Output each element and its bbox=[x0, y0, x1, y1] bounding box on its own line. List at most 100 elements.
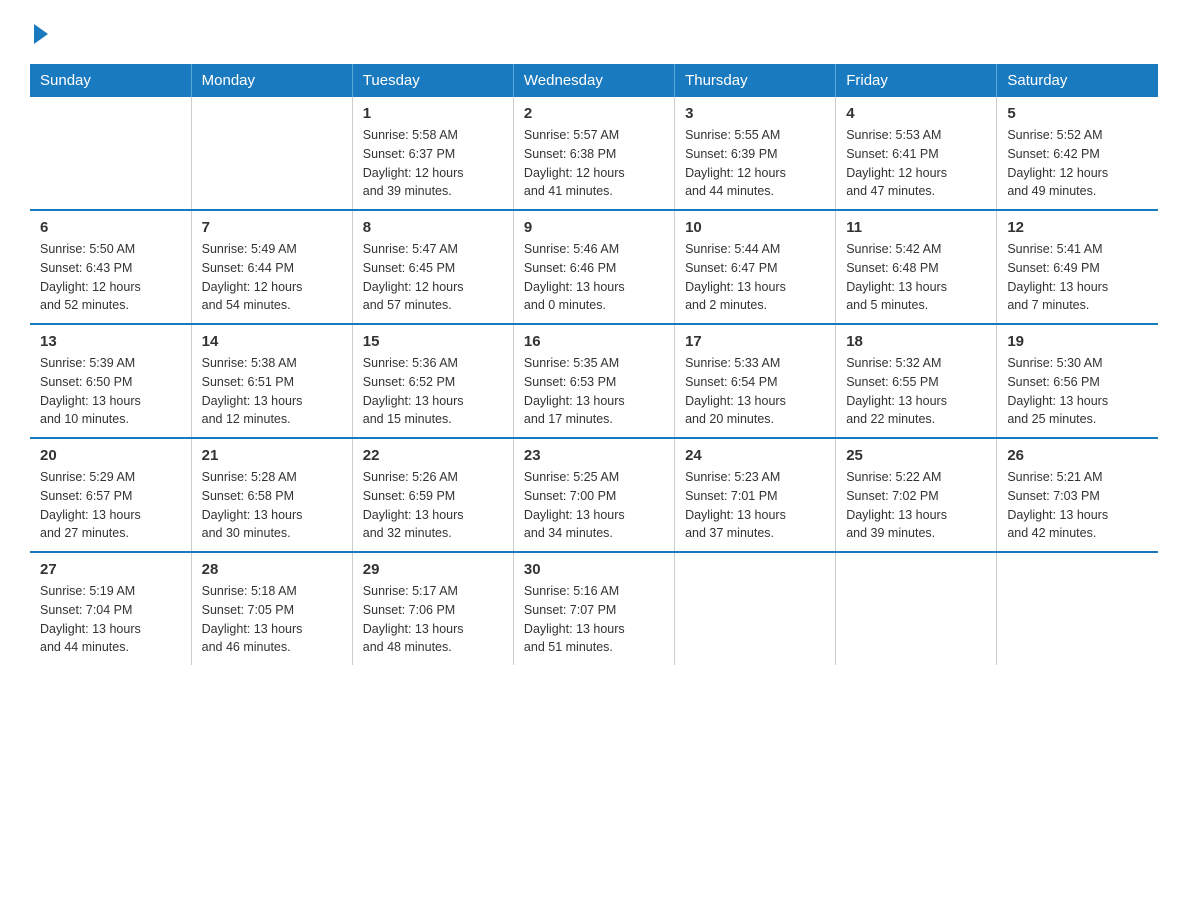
calendar-cell: 11Sunrise: 5:42 AMSunset: 6:48 PMDayligh… bbox=[836, 210, 997, 324]
header-cell-tuesday: Tuesday bbox=[352, 64, 513, 97]
day-info: Sunrise: 5:47 AMSunset: 6:45 PMDaylight:… bbox=[363, 240, 503, 315]
day-info: Sunrise: 5:41 AMSunset: 6:49 PMDaylight:… bbox=[1007, 240, 1148, 315]
day-info: Sunrise: 5:33 AMSunset: 6:54 PMDaylight:… bbox=[685, 354, 825, 429]
calendar-cell: 28 Sunrise: 5:18 AMSunset: 7:05 PMDayligh… bbox=[191, 552, 352, 665]
calendar-cell: 6 Sunrise: 5:50 AMSunset: 6:43 PMDaylight… bbox=[30, 210, 191, 324]
calendar-cell: 22 Sunrise: 5:26 AMSunset: 6:59 PMDayligh… bbox=[352, 438, 513, 552]
week-row-4: 20 Sunrise: 5:29 AMSunset: 6:57 PMDayligh… bbox=[30, 438, 1158, 552]
calendar-cell: 8 Sunrise: 5:47 AMSunset: 6:45 PMDaylight… bbox=[352, 210, 513, 324]
day-number: 5 bbox=[1007, 105, 1148, 122]
calendar-cell bbox=[997, 552, 1158, 665]
day-info: Sunrise: 5:52 AMSunset: 6:42 PMDaylight:… bbox=[1007, 126, 1148, 201]
calendar-cell bbox=[30, 97, 191, 210]
day-info: Sunrise: 5:53 AMSunset: 6:41 PMDaylight:… bbox=[846, 126, 986, 201]
calendar-cell: 12 Sunrise: 5:41 AMSunset: 6:49 PMDayligh… bbox=[997, 210, 1158, 324]
day-info: Sunrise: 5:44 AMSunset: 6:47 PMDaylight:… bbox=[685, 240, 825, 315]
calendar-cell bbox=[836, 552, 997, 665]
day-info: Sunrise: 5:18 AMSunset: 7:05 PMDaylight:… bbox=[202, 582, 342, 657]
header-cell-wednesday: Wednesday bbox=[513, 64, 674, 97]
calendar-cell: 24 Sunrise: 5:23 AMSunset: 7:01 PMDayligh… bbox=[675, 438, 836, 552]
day-number: 4 bbox=[846, 105, 986, 122]
day-info: Sunrise: 5:30 AMSunset: 6:56 PMDaylight:… bbox=[1007, 354, 1148, 429]
day-number: 8 bbox=[363, 219, 503, 236]
calendar-cell: 4 Sunrise: 5:53 AMSunset: 6:41 PMDaylight… bbox=[836, 97, 997, 210]
day-info: Sunrise: 5:29 AMSunset: 6:57 PMDaylight:… bbox=[40, 468, 181, 543]
day-number: 16 bbox=[524, 333, 664, 350]
day-number: 7 bbox=[202, 219, 342, 236]
calendar-cell: 3 Sunrise: 5:55 AMSunset: 6:39 PMDaylight… bbox=[675, 97, 836, 210]
week-row-1: 1 Sunrise: 5:58 AMSunset: 6:37 PMDaylight… bbox=[30, 97, 1158, 210]
calendar-cell: 16Sunrise: 5:35 AMSunset: 6:53 PMDayligh… bbox=[513, 324, 674, 438]
header-cell-monday: Monday bbox=[191, 64, 352, 97]
day-info: Sunrise: 5:57 AMSunset: 6:38 PMDaylight:… bbox=[524, 126, 664, 201]
calendar-cell: 2Sunrise: 5:57 AMSunset: 6:38 PMDaylight… bbox=[513, 97, 674, 210]
day-info: Sunrise: 5:19 AMSunset: 7:04 PMDaylight:… bbox=[40, 582, 181, 657]
day-number: 17 bbox=[685, 333, 825, 350]
calendar-cell: 15 Sunrise: 5:36 AMSunset: 6:52 PMDayligh… bbox=[352, 324, 513, 438]
page-header bbox=[30, 20, 1158, 44]
day-number: 15 bbox=[363, 333, 503, 350]
calendar-cell: 26 Sunrise: 5:21 AMSunset: 7:03 PMDayligh… bbox=[997, 438, 1158, 552]
header-cell-thursday: Thursday bbox=[675, 64, 836, 97]
calendar-cell: 1 Sunrise: 5:58 AMSunset: 6:37 PMDaylight… bbox=[352, 97, 513, 210]
calendar-cell: 10 Sunrise: 5:44 AMSunset: 6:47 PMDayligh… bbox=[675, 210, 836, 324]
day-info: Sunrise: 5:26 AMSunset: 6:59 PMDaylight:… bbox=[363, 468, 503, 543]
calendar-cell: 19 Sunrise: 5:30 AMSunset: 6:56 PMDayligh… bbox=[997, 324, 1158, 438]
day-number: 27 bbox=[40, 561, 181, 578]
header-cell-sunday: Sunday bbox=[30, 64, 191, 97]
week-row-2: 6 Sunrise: 5:50 AMSunset: 6:43 PMDaylight… bbox=[30, 210, 1158, 324]
day-info: Sunrise: 5:22 AMSunset: 7:02 PMDaylight:… bbox=[846, 468, 986, 543]
day-number: 26 bbox=[1007, 447, 1148, 464]
day-number: 21 bbox=[202, 447, 342, 464]
day-number: 12 bbox=[1007, 219, 1148, 236]
day-info: Sunrise: 5:21 AMSunset: 7:03 PMDaylight:… bbox=[1007, 468, 1148, 543]
day-info: Sunrise: 5:46 AMSunset: 6:46 PMDaylight:… bbox=[524, 240, 664, 315]
day-number: 3 bbox=[685, 105, 825, 122]
calendar-header: SundayMondayTuesdayWednesdayThursdayFrid… bbox=[30, 64, 1158, 97]
day-info: Sunrise: 5:23 AMSunset: 7:01 PMDaylight:… bbox=[685, 468, 825, 543]
day-info: Sunrise: 5:36 AMSunset: 6:52 PMDaylight:… bbox=[363, 354, 503, 429]
day-number: 20 bbox=[40, 447, 181, 464]
calendar-cell: 13Sunrise: 5:39 AMSunset: 6:50 PMDayligh… bbox=[30, 324, 191, 438]
day-number: 14 bbox=[202, 333, 342, 350]
calendar-cell: 27 Sunrise: 5:19 AMSunset: 7:04 PMDayligh… bbox=[30, 552, 191, 665]
calendar-cell: 29Sunrise: 5:17 AMSunset: 7:06 PMDayligh… bbox=[352, 552, 513, 665]
calendar-cell: 9Sunrise: 5:46 AMSunset: 6:46 PMDaylight… bbox=[513, 210, 674, 324]
day-info: Sunrise: 5:28 AMSunset: 6:58 PMDaylight:… bbox=[202, 468, 342, 543]
calendar-cell: 17 Sunrise: 5:33 AMSunset: 6:54 PMDayligh… bbox=[675, 324, 836, 438]
week-row-5: 27 Sunrise: 5:19 AMSunset: 7:04 PMDayligh… bbox=[30, 552, 1158, 665]
day-number: 6 bbox=[40, 219, 181, 236]
day-number: 10 bbox=[685, 219, 825, 236]
header-cell-saturday: Saturday bbox=[997, 64, 1158, 97]
day-info: Sunrise: 5:50 AMSunset: 6:43 PMDaylight:… bbox=[40, 240, 181, 315]
day-info: Sunrise: 5:39 AMSunset: 6:50 PMDaylight:… bbox=[40, 354, 181, 429]
calendar-cell: 20 Sunrise: 5:29 AMSunset: 6:57 PMDayligh… bbox=[30, 438, 191, 552]
logo bbox=[30, 20, 48, 44]
week-row-3: 13Sunrise: 5:39 AMSunset: 6:50 PMDayligh… bbox=[30, 324, 1158, 438]
calendar-cell bbox=[675, 552, 836, 665]
day-info: Sunrise: 5:38 AMSunset: 6:51 PMDaylight:… bbox=[202, 354, 342, 429]
day-info: Sunrise: 5:32 AMSunset: 6:55 PMDaylight:… bbox=[846, 354, 986, 429]
day-info: Sunrise: 5:16 AMSunset: 7:07 PMDaylight:… bbox=[524, 582, 664, 657]
day-number: 29 bbox=[363, 561, 503, 578]
day-number: 18 bbox=[846, 333, 986, 350]
day-number: 24 bbox=[685, 447, 825, 464]
logo-arrow-icon bbox=[34, 24, 48, 44]
day-number: 28 bbox=[202, 561, 342, 578]
day-number: 22 bbox=[363, 447, 503, 464]
day-number: 1 bbox=[363, 105, 503, 122]
header-row: SundayMondayTuesdayWednesdayThursdayFrid… bbox=[30, 64, 1158, 97]
day-info: Sunrise: 5:58 AMSunset: 6:37 PMDaylight:… bbox=[363, 126, 503, 201]
calendar-table: SundayMondayTuesdayWednesdayThursdayFrid… bbox=[30, 64, 1158, 665]
day-number: 19 bbox=[1007, 333, 1148, 350]
day-info: Sunrise: 5:25 AMSunset: 7:00 PMDaylight:… bbox=[524, 468, 664, 543]
calendar-cell: 14 Sunrise: 5:38 AMSunset: 6:51 PMDayligh… bbox=[191, 324, 352, 438]
calendar-cell bbox=[191, 97, 352, 210]
day-info: Sunrise: 5:42 AMSunset: 6:48 PMDaylight:… bbox=[846, 240, 986, 315]
day-info: Sunrise: 5:55 AMSunset: 6:39 PMDaylight:… bbox=[685, 126, 825, 201]
calendar-cell: 25 Sunrise: 5:22 AMSunset: 7:02 PMDayligh… bbox=[836, 438, 997, 552]
calendar-body: 1 Sunrise: 5:58 AMSunset: 6:37 PMDaylight… bbox=[30, 97, 1158, 665]
day-number: 25 bbox=[846, 447, 986, 464]
calendar-cell: 30Sunrise: 5:16 AMSunset: 7:07 PMDayligh… bbox=[513, 552, 674, 665]
day-info: Sunrise: 5:49 AMSunset: 6:44 PMDaylight:… bbox=[202, 240, 342, 315]
